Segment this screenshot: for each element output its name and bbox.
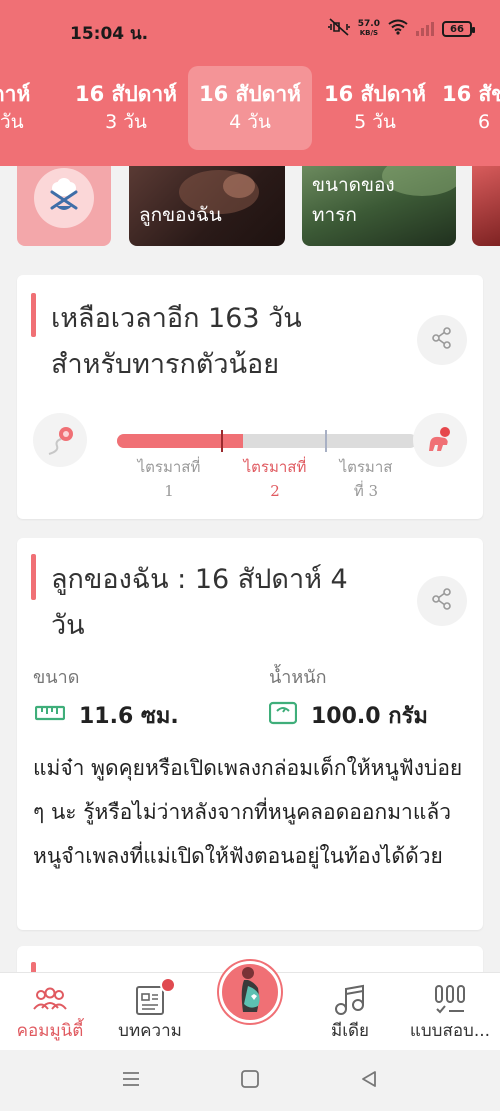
trimester-3-label: ไตรมาส ที่ 3: [327, 455, 405, 503]
baby-info-card: ลูกของฉัน : 16 สัปดาห์ 4 วัน ขนาด 11.6 ซ…: [17, 538, 483, 930]
nav-quiz-label: แบบสอบ...: [409, 1021, 491, 1041]
bottom-nav: คอมมูนิตี้ บทความ มีเดีย แบบสอบ...: [0, 961, 500, 1050]
weight-value: 100.0 กรัม: [311, 704, 428, 729]
weight-stat: 100.0 กรัม: [268, 698, 428, 733]
nav-articles-label: บทความ: [118, 1021, 182, 1041]
my-baby-tile-label: ลูกของฉัน: [139, 204, 222, 226]
baby-size-tile-label-1: ขนาดของ: [312, 174, 395, 196]
week-tab-week: 16 สัปดาห์: [199, 82, 301, 106]
week-tab-day: 5 วัน: [354, 111, 396, 133]
home-button[interactable]: [237, 1068, 263, 1094]
countdown-title-line2: สำหรับทารกตัวน้อย: [51, 349, 280, 380]
battery-icon: 66: [442, 21, 475, 37]
share-icon: [431, 588, 453, 614]
trimester-3-line1: ไตรมาส: [339, 458, 393, 476]
more-tile[interactable]: [472, 166, 500, 246]
baby-title-line2: วัน: [51, 610, 85, 641]
week-tab-next-1[interactable]: 16 สัปดาห์ 5 วัน: [313, 80, 437, 136]
status-time: 15:04 น.: [70, 24, 149, 44]
notification-badge: [160, 977, 176, 993]
trimester-2-line2: 2: [270, 482, 280, 500]
trimester-progress: ไตรมาสที่ 1 ไตรมาสที่ 2 ไตรมาส ที่ 3: [33, 413, 467, 500]
chef-icon: [34, 168, 94, 228]
share-button[interactable]: [417, 576, 467, 626]
weight-label: น้ำหนัก: [269, 667, 327, 688]
week-tab-day: 3 วัน: [105, 111, 147, 133]
week-tab-week: 16 สัปดาห์: [324, 82, 426, 106]
back-triangle-icon: [359, 1069, 379, 1093]
week-tab-week: ปดาห์: [0, 82, 31, 106]
week-tab-prev-2[interactable]: ปดาห์ วัน: [0, 80, 66, 136]
app-header: 15:04 น. 57.0 KB/S 66 ปดาห์ วัน: [0, 0, 500, 166]
size-label: ขนาด: [33, 667, 80, 688]
quiz-icon: [400, 983, 500, 1017]
nav-articles[interactable]: บทความ: [100, 977, 200, 1044]
countdown-card: เหลือเวลาอีก 163 วัน สำหรับทารกตัวน้อย ไ…: [17, 275, 483, 519]
scale-icon: [268, 701, 298, 731]
share-button[interactable]: [417, 315, 467, 365]
my-baby-tile[interactable]: ลูกของฉัน: [129, 166, 285, 246]
progress-marker: [221, 430, 223, 452]
baby-size-tile[interactable]: ขนาดของ ทารก: [302, 166, 456, 246]
week-tab-day: 6: [478, 111, 491, 133]
menu-lines-icon: [121, 1071, 141, 1091]
week-tab-week: 16 สัปดาห์: [75, 82, 177, 106]
net-speed-value: 57.0: [357, 19, 380, 29]
baby-description: แม่จ๋า พูดคุยหรือเปิดเพลงกล่อมเด็กให้หนู…: [33, 756, 463, 868]
cell-signal-icon: [416, 22, 434, 36]
trimester-3-line2: ที่ 3: [353, 482, 379, 500]
card-accent: [31, 293, 36, 337]
music-icon: [300, 983, 400, 1017]
trimester-2-label: ไตรมาสที่ 2: [223, 455, 327, 503]
mute-vibrate-icon: [327, 18, 350, 40]
nav-media-label: มีเดีย: [330, 1021, 370, 1041]
net-speed-unit: KB/S: [359, 29, 379, 37]
week-tab-day: วัน: [0, 111, 24, 133]
articles-icon: [100, 977, 200, 1017]
status-bar: 15:04 น. 57.0 KB/S 66: [0, 0, 500, 62]
trimester-1-line1: ไตรมาสที่: [137, 458, 201, 476]
trimester-divider: [325, 430, 327, 452]
battery-level: 66: [450, 23, 464, 35]
trimester-1-label: ไตรมาสที่ 1: [117, 455, 221, 503]
countdown-title-line1: เหลือเวลาอีก 163 วัน: [51, 303, 302, 334]
system-nav-bar: [0, 1050, 500, 1111]
back-button[interactable]: [356, 1068, 382, 1094]
trimester-2-line1: ไตรมาสที่: [243, 458, 307, 476]
recipes-tile[interactable]: [17, 166, 111, 246]
pregnant-woman-icon: [230, 966, 270, 1018]
baby-title-line1: ลูกของฉัน : 16 สัปดาห์ 4: [51, 564, 348, 595]
sperm-icon: [33, 413, 87, 467]
nav-community[interactable]: คอมมูนิตี้: [0, 983, 100, 1044]
week-tab-prev-1[interactable]: 16 สัปดาห์ 3 วัน: [64, 80, 188, 136]
wifi-icon: [388, 19, 408, 39]
size-value: 11.6 ซม.: [79, 704, 179, 729]
crawling-baby-icon: [413, 413, 467, 467]
week-tabs: ปดาห์ วัน 16 สัปดาห์ 3 วัน 16 สัปดาห์ 4 …: [0, 66, 500, 152]
size-stat: 11.6 ซม.: [34, 698, 179, 733]
ruler-icon: [34, 703, 66, 728]
progress-fill: [117, 434, 243, 448]
pregnancy-home-button[interactable]: [219, 961, 281, 1023]
status-icons: 57.0 KB/S 66: [327, 18, 475, 40]
net-speed: 57.0 KB/S: [358, 20, 380, 38]
square-icon: [240, 1069, 260, 1093]
baby-size-tile-label-2: ทารก: [312, 204, 357, 226]
progress-track: [117, 434, 417, 448]
card-accent: [31, 554, 36, 600]
week-tab-current[interactable]: 16 สัปดาห์ 4 วัน: [188, 66, 312, 150]
share-icon: [431, 327, 453, 353]
recent-apps-button[interactable]: [118, 1068, 144, 1094]
nav-community-label: คอมมูนิตี้: [16, 1021, 84, 1041]
week-tab-week: 16 สัข: [442, 82, 500, 106]
community-icon: [0, 983, 100, 1017]
week-tab-next-2[interactable]: 16 สัข 6: [438, 80, 500, 136]
trimester-1-line2: 1: [164, 482, 174, 500]
nav-quiz[interactable]: แบบสอบ...: [400, 983, 500, 1044]
nav-media[interactable]: มีเดีย: [300, 983, 400, 1044]
category-strip: ลูกของฉัน ขนาดของ ทารก: [0, 166, 500, 256]
week-tab-day: 4 วัน: [229, 111, 271, 133]
